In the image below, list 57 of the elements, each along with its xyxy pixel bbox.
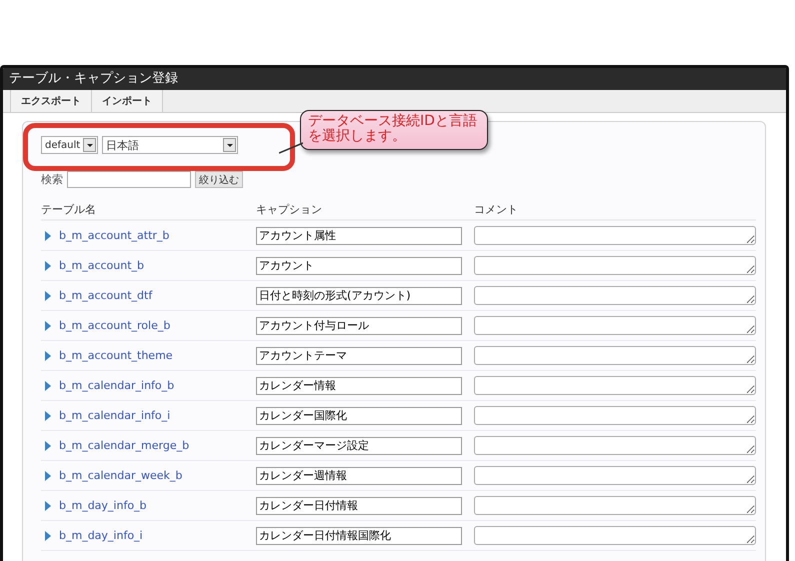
caption-field[interactable]: 日付と時刻の形式(アカウント)	[256, 286, 462, 304]
connection-select[interactable]: default	[41, 136, 98, 154]
expand-arrow-icon[interactable]	[45, 380, 51, 390]
expand-arrow-icon[interactable]	[45, 440, 51, 450]
caption-field[interactable]: アカウント属性	[256, 226, 462, 244]
comment-field[interactable]	[474, 466, 756, 485]
comment-field[interactable]	[474, 376, 756, 395]
caption-field[interactable]: カレンダー日付情報	[256, 496, 462, 514]
caption-field[interactable]: アカウント付与ロール	[256, 316, 462, 334]
table-name-link[interactable]: b_m_account_attr_b	[59, 229, 170, 242]
comment-field[interactable]	[474, 286, 756, 305]
table-name-link[interactable]: b_m_calendar_week_b	[59, 469, 182, 482]
search-label: 検索	[41, 172, 63, 187]
toolbar-button[interactable]: インポート	[91, 90, 163, 112]
expand-arrow-icon[interactable]	[45, 530, 51, 540]
filter-button[interactable]: 絞り込む	[195, 171, 243, 188]
caption-field[interactable]: カレンダーマージ設定	[256, 436, 462, 454]
comment-field[interactable]	[474, 526, 756, 545]
table-name-link[interactable]: b_m_calendar_info_i	[59, 409, 170, 422]
caption-field[interactable]: カレンダー国際化	[256, 406, 462, 424]
expand-arrow-icon[interactable]	[45, 470, 51, 480]
comment-field[interactable]	[474, 226, 756, 245]
caption-field[interactable]: アカウント	[256, 256, 462, 274]
language-select[interactable]: 日本語	[102, 136, 238, 154]
callout-bubble: データベース接続IDと言語を選択します。	[300, 110, 488, 150]
table-name-link[interactable]: b_m_account_theme	[59, 349, 173, 362]
table-name-link[interactable]: b_m_calendar_info_b	[59, 379, 174, 392]
comment-field[interactable]	[474, 406, 756, 425]
table-name-link[interactable]: b_m_account_b	[59, 259, 144, 272]
comment-field[interactable]	[474, 436, 756, 455]
expand-arrow-icon[interactable]	[45, 500, 51, 510]
table-name-link[interactable]: b_m_account_dtf	[59, 289, 152, 302]
caption-field[interactable]: アカウントテーマ	[256, 346, 462, 364]
expand-arrow-icon[interactable]	[45, 410, 51, 420]
expand-arrow-icon[interactable]	[45, 320, 51, 330]
toolbar-button[interactable]: エクスポート	[10, 90, 92, 112]
expand-arrow-icon[interactable]	[45, 290, 51, 300]
table-name-link[interactable]: b_m_day_info_b	[59, 499, 147, 512]
comment-field[interactable]	[474, 256, 756, 275]
expand-arrow-icon[interactable]	[45, 350, 51, 360]
column-header: コメント	[474, 202, 756, 221]
expand-arrow-icon[interactable]	[45, 260, 51, 270]
comment-field[interactable]	[474, 496, 756, 515]
column-header: キャプション	[256, 202, 474, 221]
comment-field[interactable]	[474, 316, 756, 335]
column-header: テーブル名	[41, 202, 256, 221]
expand-arrow-icon[interactable]	[45, 230, 51, 240]
caption-field[interactable]: カレンダー週情報	[256, 466, 462, 484]
caption-field[interactable]: カレンダー情報	[256, 376, 462, 394]
search-field[interactable]	[67, 171, 191, 188]
table-name-link[interactable]: b_m_day_info_i	[59, 529, 143, 542]
window-title: テーブル・キャプション登録	[3, 68, 786, 90]
caption-field[interactable]: カレンダー日付情報国際化	[256, 526, 462, 544]
leader-line	[279, 142, 303, 154]
table-name-link[interactable]: b_m_calendar_merge_b	[59, 439, 190, 452]
comment-field[interactable]	[474, 346, 756, 365]
table-name-link[interactable]: b_m_account_role_b	[59, 319, 170, 332]
